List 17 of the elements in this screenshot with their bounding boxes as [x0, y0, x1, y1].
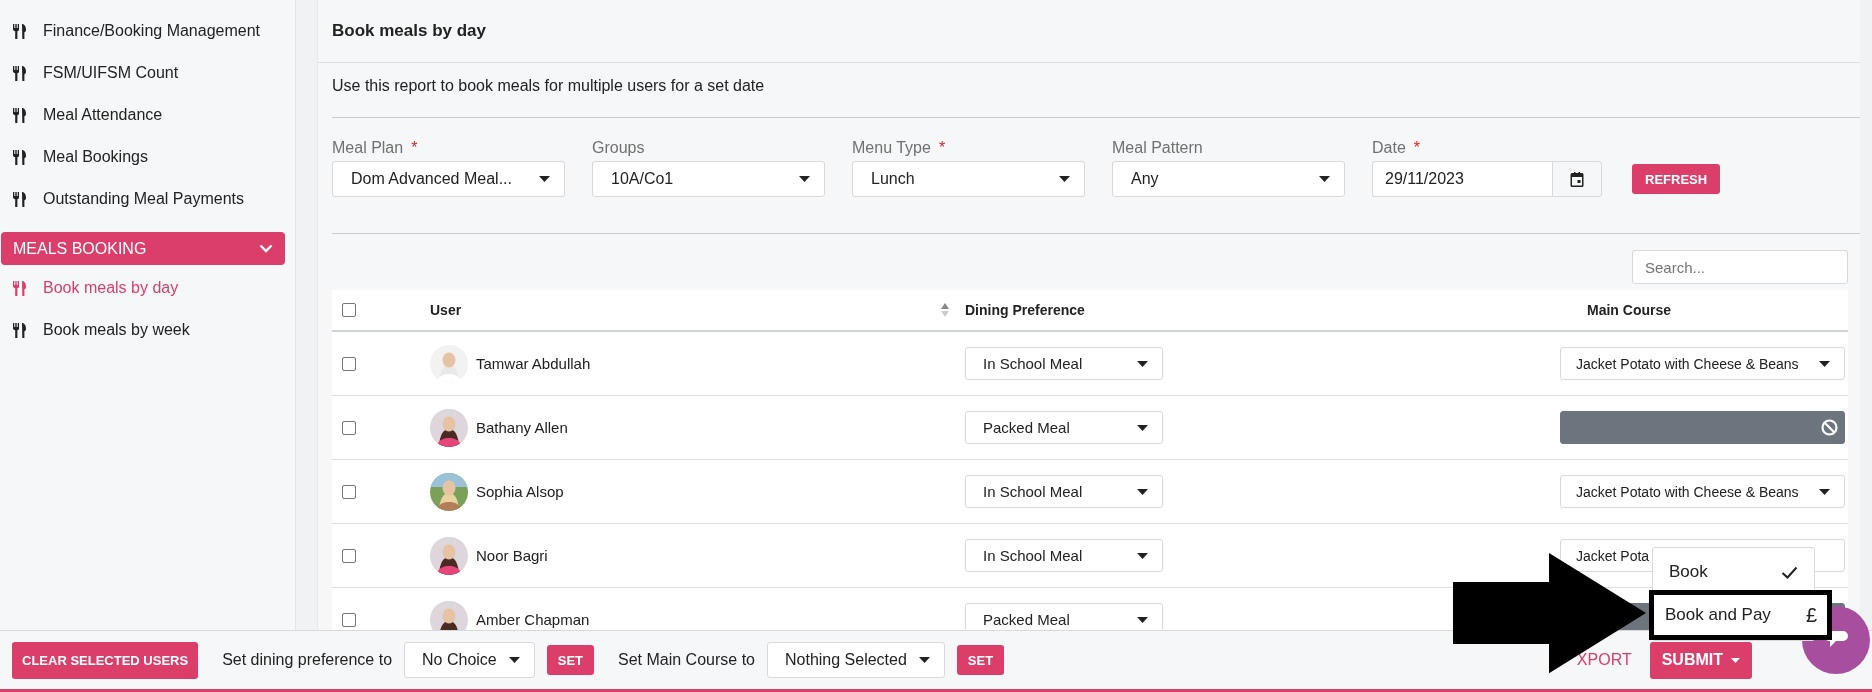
field-label: Menu Type [852, 139, 931, 157]
required-mark: * [1413, 139, 1421, 157]
user-name: Tamwar Abdullah [476, 355, 591, 372]
page-title: Book meals by day [332, 21, 486, 41]
required-mark: * [411, 139, 418, 157]
field-label: Groups [592, 139, 645, 157]
required-mark: * [938, 139, 946, 157]
field-label: Meal Plan [332, 139, 404, 157]
user-name: Sophia Alsop [476, 483, 564, 500]
user-name: Amber Chapman [476, 611, 590, 628]
field-label: Meal Pattern [1112, 139, 1203, 157]
description-text: Use this report to book meals for multiple users for a set date [332, 77, 766, 95]
field-label: Date [1372, 139, 1406, 157]
main-course-label: Set Main Course to [618, 651, 755, 669]
dining-label: Set dining preference to [222, 651, 393, 669]
user-name: Noor Bagri [476, 547, 548, 564]
user-name: Bathany Allen [476, 419, 568, 436]
